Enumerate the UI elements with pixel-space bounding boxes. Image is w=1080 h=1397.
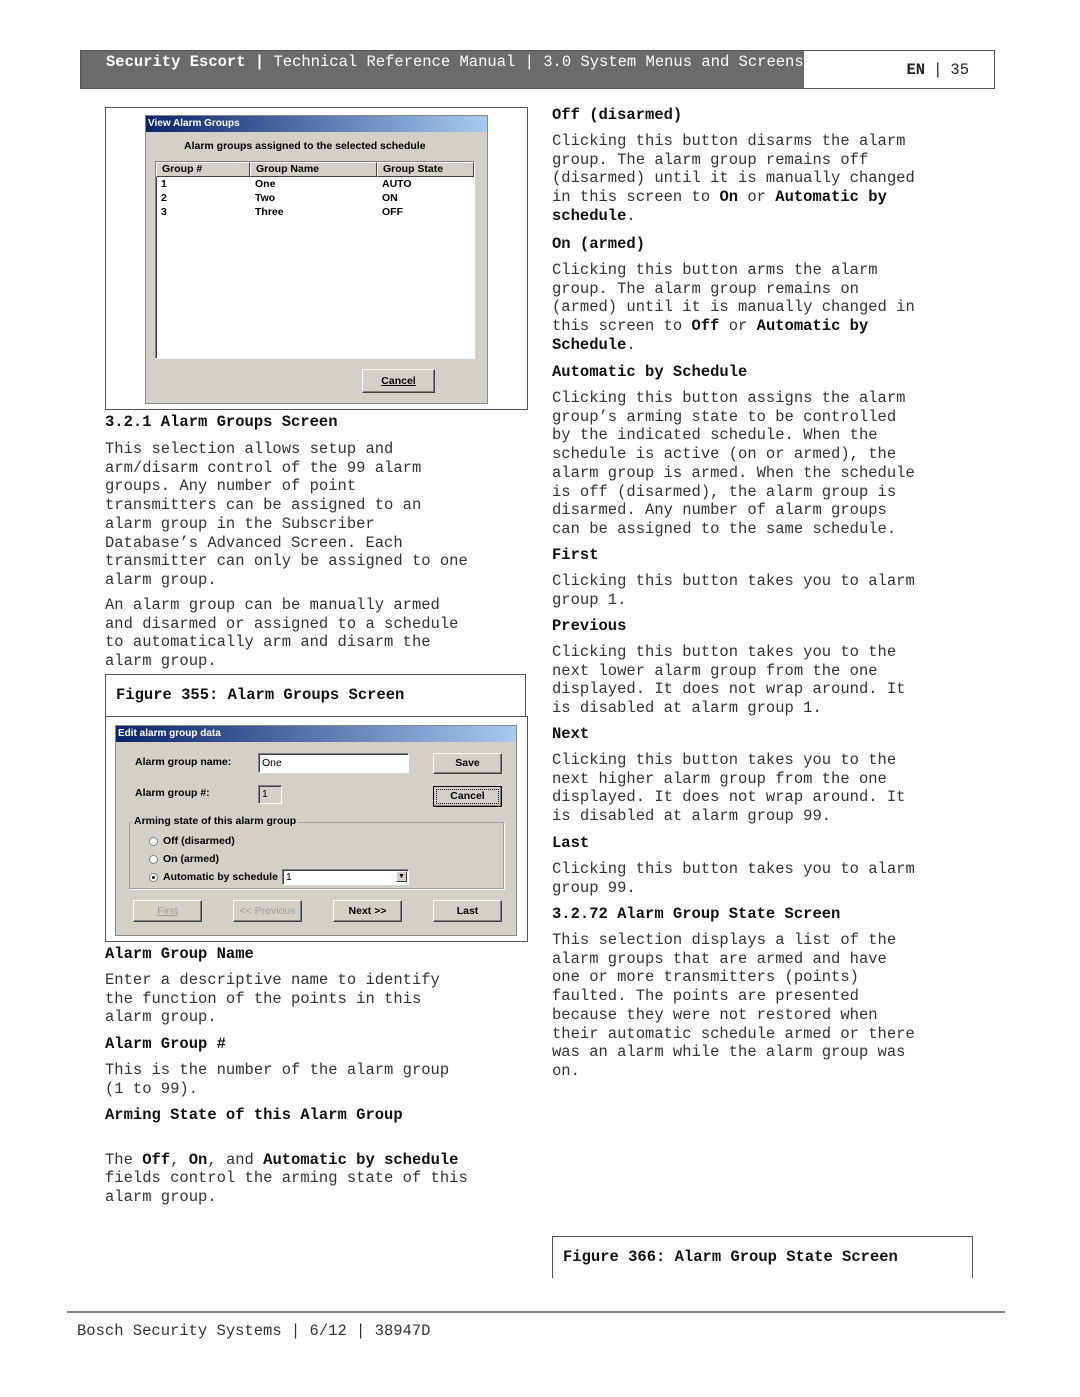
- radio-on-label: On (armed): [163, 853, 220, 865]
- text-fragment: The: [105, 1150, 143, 1169]
- header-breadcrumb: Technical Reference Manual | 3.0 System …: [273, 53, 804, 71]
- page-footer: Bosch Security Systems | 6/12 | 38947D: [77, 1322, 431, 1340]
- radio-button-selected-icon: [149, 872, 158, 882]
- text-fragment: , and: [207, 1150, 264, 1169]
- text-fragment: ,: [170, 1150, 189, 1169]
- section-paragraph-1: This selection allows setup and arm/disa…: [105, 440, 468, 589]
- text-first: Clicking this button takes you to alarm …: [552, 572, 915, 609]
- text-arming-state: The Off, On, and Automatic by schedule f…: [105, 1132, 468, 1207]
- header-title-block: Security Escort | Technical Reference Ma…: [81, 51, 804, 88]
- alarm-group-name-label: Alarm group name:: [135, 756, 232, 768]
- schedule-select[interactable]: 1 ▼: [282, 869, 409, 885]
- section-heading-alarm-groups-screen: 3.2.1 Alarm Groups Screen: [105, 413, 338, 431]
- heading-first: First: [552, 546, 599, 564]
- column-header-group-name[interactable]: Group Name: [250, 162, 377, 177]
- alarm-group-number-label: Alarm group #:: [135, 787, 210, 799]
- footer-divider: [67, 1311, 1005, 1313]
- cancel-button[interactable]: Cancel: [433, 786, 502, 807]
- heading-alarm-group-state-screen: 3.2.72 Alarm Group State Screen: [552, 905, 841, 923]
- arming-state-groupbox: Arming state of this alarm group Off (di…: [129, 815, 504, 889]
- list-row[interactable]: 3 Three OFF: [156, 205, 474, 219]
- radio-on-armed[interactable]: On (armed): [149, 853, 219, 865]
- previous-button[interactable]: << Previous: [233, 900, 302, 922]
- heading-next: Next: [552, 725, 590, 743]
- radio-off-disarmed[interactable]: Off (disarmed): [149, 835, 235, 847]
- dialog-title: Edit alarm group data: [116, 726, 516, 742]
- heading-alarm-group-number: Alarm Group #: [105, 1035, 226, 1053]
- text-alarm-group-state-screen: This selection displays a list of the al…: [552, 931, 915, 1080]
- dialog-subtitle: Alarm groups assigned to the selected sc…: [184, 140, 426, 152]
- cancel-button[interactable]: Cancel: [362, 369, 435, 393]
- list-header: Group # Group Name Group State: [156, 162, 474, 177]
- first-button[interactable]: First: [133, 900, 202, 922]
- column-header-group-number[interactable]: Group #: [156, 162, 250, 177]
- bold-term-on: On: [719, 188, 739, 207]
- text-last: Clicking this button takes you to alarm …: [552, 860, 915, 897]
- page-header: Security Escort | Technical Reference Ma…: [80, 50, 995, 89]
- alarm-group-number-field: 1: [258, 785, 282, 804]
- radio-off-label: Off (disarmed): [163, 835, 235, 847]
- list-row[interactable]: 2 Two ON: [156, 191, 474, 205]
- next-button[interactable]: Next >>: [333, 900, 402, 922]
- bold-term-automatic: Automatic by schedule: [263, 1150, 459, 1169]
- dropdown-arrow-icon[interactable]: ▼: [396, 871, 407, 882]
- text-automatic-by-schedule: Clicking this button assigns the alarm g…: [552, 389, 915, 538]
- header-page-number: 35: [950, 60, 969, 79]
- figure-caption-355: Figure 355: Alarm Groups Screen: [105, 674, 526, 717]
- edit-alarm-group-dialog: Edit alarm group data Alarm group name: …: [115, 725, 517, 936]
- bold-term-off: Off: [691, 317, 720, 336]
- text-alarm-group-name: Enter a descriptive name to identify the…: [105, 971, 440, 1027]
- heading-last: Last: [552, 834, 590, 852]
- alarm-group-name-input[interactable]: One: [258, 753, 409, 773]
- heading-automatic-by-schedule: Automatic by Schedule: [552, 363, 748, 381]
- figure-caption-366: Figure 366: Alarm Group State Screen: [552, 1236, 973, 1278]
- header-language: EN: [906, 60, 926, 79]
- heading-arming-state: Arming State of this Alarm Group: [105, 1106, 403, 1124]
- cell-group-number: 3: [161, 206, 167, 218]
- last-button[interactable]: Last: [433, 900, 502, 922]
- header-page-block: EN | 35: [804, 51, 994, 88]
- view-alarm-groups-dialog: View Alarm Groups Alarm groups assigned …: [145, 115, 488, 404]
- text-fragment: fields control the arming state of this …: [105, 1169, 468, 1207]
- section-paragraph-2: An alarm group can be manually armed and…: [105, 596, 459, 671]
- cell-group-number: 2: [161, 192, 167, 204]
- heading-previous: Previous: [552, 617, 627, 635]
- cell-group-name: One: [255, 178, 276, 190]
- text-previous: Clicking this button takes you to the ne…: [552, 643, 906, 718]
- header-product: Security Escort: [106, 53, 246, 71]
- radio-button-icon: [149, 854, 158, 864]
- save-button[interactable]: Save: [433, 753, 502, 774]
- cell-group-state: ON: [382, 192, 398, 204]
- cell-group-name: Three: [255, 206, 284, 218]
- header-separator: |: [254, 53, 265, 71]
- cell-group-state: AUTO: [382, 178, 412, 190]
- heading-on-armed: On (armed): [552, 235, 646, 253]
- text-fragment: .: [626, 335, 636, 354]
- radio-button-icon: [149, 836, 158, 846]
- text-fragment: .: [626, 206, 636, 225]
- heading-off-disarmed: Off (disarmed): [552, 106, 683, 124]
- dialog-title: View Alarm Groups: [146, 116, 487, 132]
- text-fragment: or: [719, 317, 757, 336]
- bold-term-on: On: [188, 1150, 208, 1169]
- schedule-select-value: 1: [286, 871, 292, 883]
- text-off-disarmed: Clicking this button disarms the alarm g…: [552, 132, 915, 226]
- header-separator-2: |: [933, 60, 943, 79]
- text-on-armed: Clicking this button arms the alarm grou…: [552, 261, 915, 355]
- radio-auto-label: Automatic by schedule: [163, 871, 278, 883]
- text-alarm-group-number: This is the number of the alarm group (1…: [105, 1061, 450, 1098]
- heading-alarm-group-name: Alarm Group Name: [105, 945, 254, 963]
- text-fragment: or: [738, 188, 776, 207]
- radio-automatic-by-schedule[interactable]: Automatic by schedule: [149, 871, 278, 883]
- column-header-group-state[interactable]: Group State: [377, 162, 474, 177]
- alarm-groups-list[interactable]: Group # Group Name Group State 1 One AUT…: [155, 161, 475, 359]
- cell-group-state: OFF: [382, 206, 403, 218]
- cell-group-number: 1: [161, 178, 167, 190]
- list-row[interactable]: 1 One AUTO: [156, 177, 474, 191]
- bold-term-off: Off: [142, 1150, 171, 1169]
- text-next: Clicking this button takes you to the ne…: [552, 751, 906, 826]
- cell-group-name: Two: [255, 192, 276, 204]
- arming-state-legend: Arming state of this alarm group: [132, 815, 299, 827]
